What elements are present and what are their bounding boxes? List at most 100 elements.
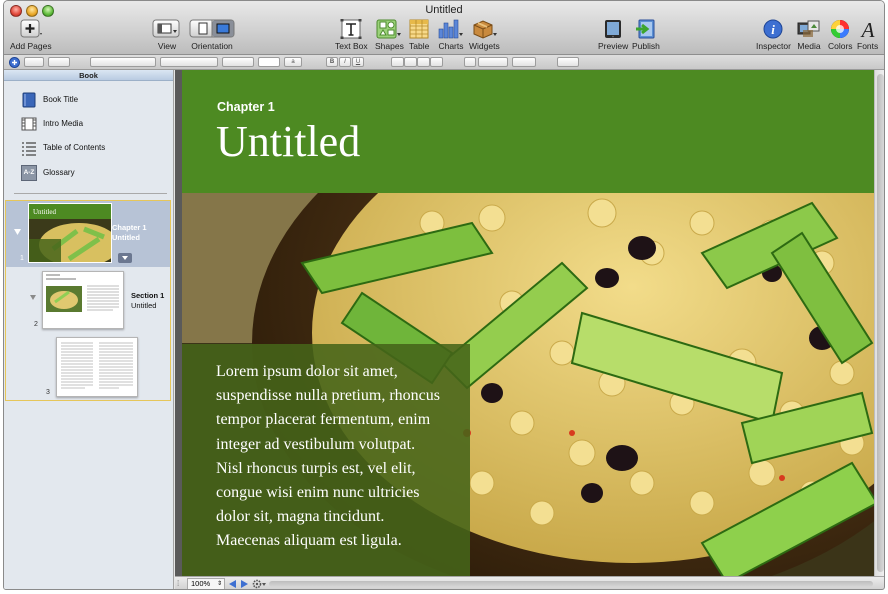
canvas-area: Chapter 1 Untitled Lorem ipsum dolor sit… [175,70,884,589]
body-text[interactable]: Lorem ipsum dolor sit amet, suspendisse … [216,360,466,554]
resize-handle-icon[interactable]: ⁞ [177,579,179,588]
thumbnail-image [56,337,138,397]
table-icon [409,19,429,39]
publish-label: Publish [632,41,660,51]
font-size-field[interactable] [222,57,254,67]
underline-button[interactable]: U [352,57,364,67]
body-line: Maecenas aliquam est ligula. [216,532,402,550]
text-color-well[interactable] [258,57,280,67]
body-text-panel[interactable]: Lorem ipsum dolor sit amet, suspendisse … [182,344,470,576]
body-line: Nisl rhoncus turpis est, vel elit, [216,459,416,477]
chapter-menu-button[interactable] [118,253,132,263]
shapes-button[interactable]: Shapes [375,19,404,51]
thumbnail-food-image [29,219,111,262]
previous-page-icon[interactable] [229,580,237,588]
add-pages-button[interactable]: Add Pages [10,19,52,51]
thumbnail-caption: Chapter 1 Untitled [112,223,147,243]
zoom-popup[interactable]: 100% ⇕ [187,578,225,589]
font-family-popup[interactable] [90,57,156,67]
fonts-button[interactable]: A Fonts [857,19,878,51]
align-center-button[interactable] [404,57,417,67]
view-button[interactable]: View [152,19,182,51]
thumbnail-section-1[interactable]: 2 Section 1 Untitled [6,267,170,333]
text-box-icon [340,19,362,39]
vertical-scrollbar[interactable] [874,70,884,576]
color-wheel-icon [831,20,850,38]
list-style-popup[interactable] [557,57,579,67]
chapter-label[interactable]: Chapter 1 [217,100,275,114]
thumbnail-page-preview [61,342,133,389]
thumbnail-chapter-1[interactable]: 1 Untitled Chapter 1 Untitled [6,201,170,267]
sidebar-item-label: Intro Media [43,119,84,128]
vertical-scroll-thumb[interactable] [877,74,884,572]
thumbnail-subtitle: Untitled [131,301,157,310]
page-canvas[interactable]: Chapter 1 Untitled Lorem ipsum dolor sit… [182,70,874,576]
thumbnail-page-3[interactable]: 3 [6,335,170,401]
view-icon [152,19,180,38]
line-spacing-icon[interactable] [464,57,476,67]
disclosure-triangle-icon[interactable] [30,295,36,300]
thumbnail-image: Untitled [28,203,112,263]
title-toolbar: Untitled Add Pages View Orientation Text… [4,1,884,55]
style-drawer-icon[interactable] [9,57,20,68]
orientation-control[interactable]: Orientation [189,19,235,51]
line-spacing-popup[interactable] [478,57,508,67]
format-bar: a B I U [4,55,884,70]
widgets-button[interactable]: Widgets [469,19,500,51]
thumbnail-title: Chapter 1 [112,223,147,232]
align-right-button[interactable] [417,57,430,67]
next-page-icon[interactable] [240,580,248,588]
body-line: Lorem ipsum dolor sit amet, [216,363,398,380]
media-button[interactable]: Media [797,19,821,51]
thumbnail-number: 1 [20,255,24,262]
media-label: Media [797,41,821,51]
horizontal-scroll-thumb[interactable] [269,581,873,587]
add-pages-label: Add Pages [10,41,52,51]
font-typeface-popup[interactable] [160,57,218,67]
colors-label: Colors [828,41,853,51]
orientation-label: Orientation [191,41,233,51]
charts-button[interactable]: Charts [438,19,464,51]
preview-button[interactable]: Preview [598,19,628,51]
bold-button[interactable]: B [326,57,338,67]
character-style-popup[interactable] [48,57,70,67]
align-left-button[interactable] [391,57,404,67]
chapter-thumbnails: 1 Untitled Chapter 1 Untitled 2 Section … [5,200,171,401]
media-icon [797,20,820,37]
status-bar: ⁞ 100% ⇕ [175,576,884,589]
body-line: congue wisi enim nunc ultricies [216,484,420,502]
shapes-icon [376,19,402,39]
preview-label: Preview [598,41,629,51]
paragraph-style-popup[interactable] [24,57,44,67]
preview-ipad-icon [605,20,622,38]
widgets-label: Widgets [469,41,500,51]
thumbnail-caption: Section 1 Untitled [131,291,164,311]
page-title[interactable]: Untitled [216,114,360,170]
shapes-label: Shapes [375,41,404,51]
table-label: Table [409,41,430,51]
publish-button[interactable]: Publish [632,19,660,51]
body-line: integer ad vestibulum volutpat. [216,435,416,453]
orientation-icon [189,19,235,38]
columns-popup[interactable] [512,57,536,67]
publish-icon [635,19,655,39]
text-box-button[interactable]: Text Box [335,19,368,51]
sidebar-divider [14,193,167,194]
gear-icon[interactable] [252,579,266,589]
list-icon [22,142,36,156]
sidebar-header: Book [4,70,173,81]
sidebar-item-label: Glossary [43,168,75,177]
app-window: Untitled Add Pages View Orientation Text… [3,0,885,590]
highlight-button[interactable]: a [284,57,302,67]
inspector-label: Inspector [756,41,791,51]
table-button[interactable]: Table [409,19,429,51]
disclosure-triangle-icon[interactable] [14,229,21,235]
inspector-button[interactable]: i Inspector [756,19,791,51]
body-line: tempor placerat fermentum, enim [216,411,431,429]
charts-label: Charts [438,41,464,51]
window-title: Untitled [425,4,463,16]
colors-button[interactable]: Colors [828,19,853,51]
align-justify-button[interactable] [430,57,443,67]
italic-button[interactable]: I [339,57,351,67]
book-sidebar: Book Book Title Intro Media Table of Con… [4,70,174,589]
